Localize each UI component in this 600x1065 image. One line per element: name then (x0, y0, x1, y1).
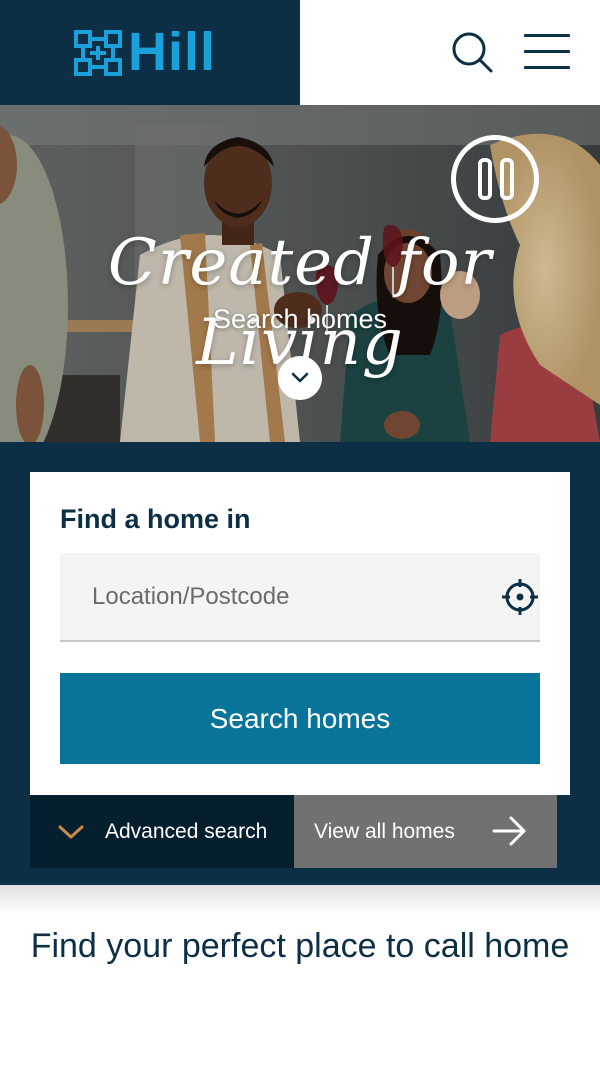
pause-icon (478, 158, 492, 200)
intro-heading: Find your perfect place to call home (30, 927, 570, 965)
location-field (60, 553, 540, 642)
menu-button[interactable] (522, 32, 572, 72)
use-my-location-button[interactable] (500, 577, 540, 617)
pause-video-button[interactable] (451, 135, 539, 223)
home-search-section: Find a home in Search homes Advanced sea… (0, 442, 600, 885)
crosshair-location-icon (502, 579, 538, 615)
search-homes-button[interactable]: Search homes (60, 673, 540, 764)
section-shadow (0, 885, 600, 915)
brand-name: Hill (128, 22, 217, 82)
pause-icon (500, 158, 514, 200)
advanced-search-label: Advanced search (105, 820, 268, 843)
view-all-homes-button[interactable]: View all homes (294, 795, 557, 868)
advanced-search-button[interactable]: Advanced search (30, 795, 294, 868)
site-header: Hill (0, 0, 600, 105)
search-card-title: Find a home in (60, 504, 251, 534)
search-button[interactable] (450, 30, 494, 74)
hamburger-menu-icon (524, 66, 570, 69)
brand-logo[interactable]: Hill (0, 0, 300, 105)
arrow-right-icon (492, 816, 526, 846)
chevron-down-icon (58, 825, 84, 839)
hero-search-link[interactable]: Search homes (0, 303, 600, 335)
hamburger-menu-icon (524, 50, 570, 53)
hero-banner: Created for Living Search homes (0, 105, 600, 442)
hamburger-menu-icon (524, 34, 570, 37)
chevron-down-icon (291, 372, 309, 383)
location-input[interactable] (60, 553, 490, 640)
search-icon (452, 32, 493, 73)
search-card: Find a home in Search homes (30, 472, 570, 795)
scroll-down-button[interactable] (278, 356, 322, 400)
view-all-homes-label: View all homes (314, 820, 455, 843)
hill-logo-mark-icon (74, 30, 122, 76)
